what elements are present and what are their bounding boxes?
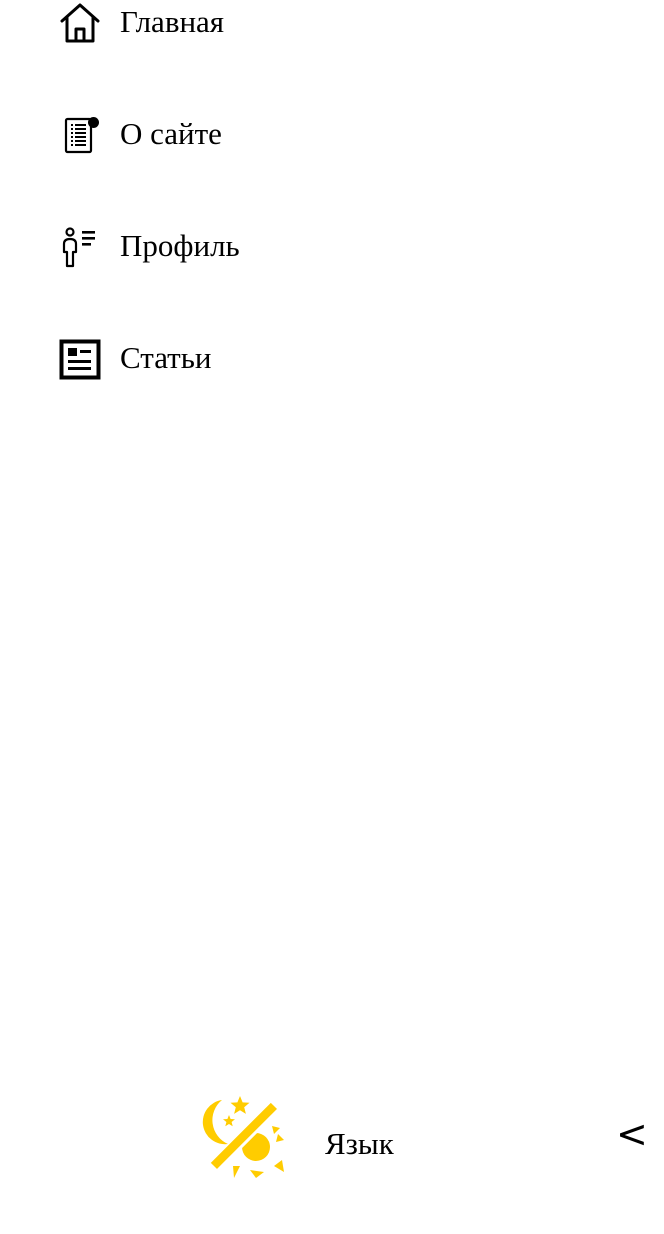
collapse-sidebar-button[interactable]: < bbox=[616, 1112, 648, 1156]
sidebar-item-label: Главная bbox=[120, 4, 225, 39]
day-night-toggle-icon bbox=[202, 1096, 284, 1178]
profile-icon bbox=[58, 224, 102, 268]
language-selector[interactable]: Язык bbox=[325, 1122, 394, 1166]
sidebar-item-profile[interactable]: Профиль bbox=[58, 224, 240, 268]
sidebar-item-label: О сайте bbox=[120, 116, 222, 151]
sidebar-item-label: Профиль bbox=[120, 228, 240, 263]
sidebar-item-articles[interactable]: Статьи bbox=[58, 336, 211, 380]
sidebar-item-home[interactable]: Главная bbox=[58, 0, 224, 44]
home-icon bbox=[58, 0, 102, 44]
articles-icon bbox=[58, 336, 102, 380]
theme-toggle-button[interactable] bbox=[200, 1092, 290, 1182]
sidebar-footer: Язык < bbox=[0, 1090, 664, 1186]
sidebar-item-label: Статьи bbox=[120, 340, 212, 375]
document-info-icon bbox=[58, 112, 102, 156]
sidebar-item-about[interactable]: О сайте bbox=[58, 112, 222, 156]
